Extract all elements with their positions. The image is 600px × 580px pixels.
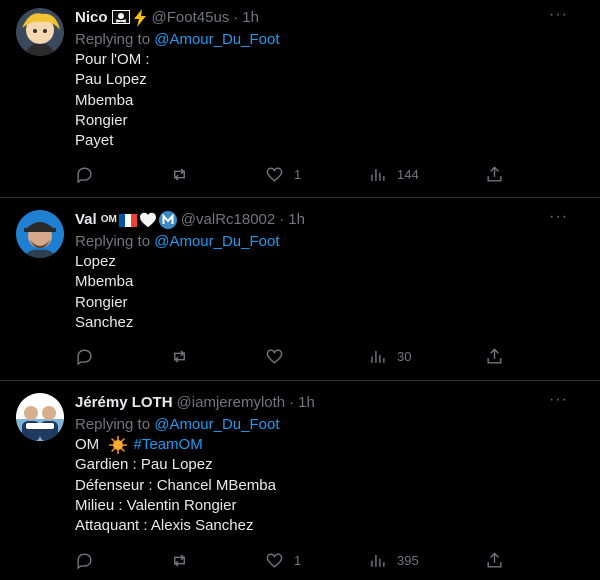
like-count: 1 — [294, 553, 302, 568]
tweet-line: Pau Lopez — [75, 71, 147, 89]
share-icon — [487, 552, 502, 568]
avatar-image — [16, 8, 64, 56]
tweet-word: OM — [75, 436, 100, 453]
timestamp[interactable]: 1h — [242, 8, 259, 28]
share-button[interactable] — [485, 165, 504, 184]
user-handle[interactable]: @iamjeremyloth — [177, 393, 286, 413]
replying-prefix: Replying to — [75, 31, 155, 48]
action-bar: 1 395 — [75, 551, 515, 573]
views-button[interactable]: 30 — [368, 347, 411, 366]
hashtag-link[interactable]: #TeamOM — [134, 436, 203, 453]
tweet-line: Milieu : Valentin Rongier — [75, 496, 237, 514]
tweet-line: Mbemba — [75, 91, 134, 109]
replying-prefix: Replying to — [75, 416, 155, 433]
views-button[interactable]: 144 — [368, 165, 419, 184]
replying-mention[interactable]: @Amour_Du_Foot — [154, 233, 279, 250]
avatar-image — [16, 393, 64, 441]
replying-mention[interactable]: @Amour_Du_Foot — [154, 31, 279, 48]
tweet-line: Lopez — [75, 253, 116, 270]
like-icon — [266, 167, 283, 182]
timestamp[interactable]: 1h — [288, 210, 305, 230]
more-icon[interactable]: ··· — [549, 208, 568, 226]
retweet-button[interactable] — [170, 551, 189, 570]
display-name[interactable]: Nico — [75, 8, 108, 28]
avatar[interactable] — [16, 8, 64, 56]
separator-dot: · — [289, 394, 295, 411]
white-heart-emoji — [139, 212, 156, 228]
separator-dot: · — [279, 211, 285, 228]
more-icon[interactable]: ··· — [549, 391, 568, 409]
like-count: 1 — [294, 167, 302, 182]
tweet-line: Attaquant : Alexis Sanchez — [75, 517, 254, 535]
retweet-button[interactable] — [170, 165, 189, 184]
timestamp[interactable]: 1h — [298, 393, 315, 413]
action-bar: 1 144 — [75, 165, 515, 187]
tweet-line: Sanchez — [75, 313, 134, 331]
views-icon — [371, 168, 385, 181]
m-circle-emoji — [158, 211, 177, 229]
reply-button[interactable] — [75, 551, 94, 570]
tweet-line: Payet — [75, 132, 114, 150]
tweet-line: Pour l'OM : — [75, 51, 150, 68]
tweet-line: Mbemba — [75, 273, 134, 291]
replying-to: Replying to @Amour_Du_Foot — [75, 232, 584, 252]
reply-button[interactable] — [75, 347, 94, 366]
tweet-first-line: OM #TeamOM — [75, 435, 584, 455]
retweet-icon — [174, 554, 185, 567]
avatar-image — [16, 210, 64, 258]
views-icon — [371, 554, 385, 567]
replying-to: Replying to @Amour_Du_Foot — [75, 30, 584, 50]
like-button[interactable]: 1 — [265, 165, 301, 184]
tweet-text: Lopez Mbemba Rongier Sanchez — [75, 252, 584, 333]
more-icon[interactable]: ··· — [549, 6, 568, 24]
avatar[interactable] — [16, 210, 64, 258]
reply-icon — [77, 349, 92, 366]
reply-button[interactable] — [75, 165, 94, 184]
like-button[interactable]: 1 — [265, 551, 301, 570]
reply-icon — [77, 553, 92, 570]
retweet-icon — [174, 168, 185, 181]
tweet-text: Pour l'OM : Pau Lopez Mbemba Rongier Pay… — [75, 50, 584, 151]
share-button[interactable] — [485, 551, 504, 570]
tweet[interactable]: Jérémy LOTH @iamjeremyloth · 1h ··· Repl… — [0, 381, 600, 580]
replying-prefix: Replying to — [75, 233, 155, 250]
tweet[interactable]: Val OM @valRc18002 · 1h ··· Replying to … — [0, 198, 600, 379]
views-icon — [371, 350, 385, 363]
action-bar: 30 — [75, 347, 515, 369]
views-count: 395 — [397, 553, 419, 568]
share-button[interactable] — [485, 347, 504, 366]
tweet-line: Rongier — [75, 293, 128, 311]
avatar[interactable] — [16, 393, 64, 441]
like-button[interactable] — [265, 347, 294, 366]
user-handle[interactable]: @Foot45us — [152, 8, 230, 28]
share-icon — [487, 166, 502, 182]
reply-icon — [77, 167, 92, 184]
replying-to: Replying to @Amour_Du_Foot — [75, 415, 584, 435]
replying-mention[interactable]: @Amour_Du_Foot — [154, 416, 279, 433]
display-name[interactable]: Jérémy LOTH — [75, 393, 173, 413]
like-icon — [266, 553, 283, 568]
share-icon — [487, 348, 502, 364]
tweet-line: Défenseur : Chancel MBemba — [75, 476, 276, 494]
sun-emoji — [109, 436, 128, 455]
retweet-icon — [174, 350, 185, 363]
views-count: 30 — [397, 349, 412, 364]
separator-dot: · — [233, 9, 239, 26]
france-flag-emoji — [118, 213, 137, 227]
tweet-text: OM #TeamOM Gardien : Pau Lopez Défenseur… — [75, 435, 584, 536]
user-handle[interactable]: @valRc18002 — [181, 210, 275, 230]
views-button[interactable]: 395 — [368, 551, 419, 570]
name-badge: OM — [100, 214, 117, 225]
tweet[interactable]: Nico @Foot45us · 1h ··· Replying to @Amo… — [0, 0, 600, 197]
tweet-line: Rongier — [75, 111, 128, 129]
like-icon — [266, 349, 283, 364]
lightning-emoji — [133, 9, 146, 27]
tweet-line: Gardien : Pau Lopez — [75, 456, 213, 474]
retweet-button[interactable] — [170, 347, 189, 366]
views-count: 144 — [397, 167, 419, 182]
display-name[interactable]: Val — [75, 210, 97, 230]
pirate-flag-emoji — [111, 10, 130, 24]
